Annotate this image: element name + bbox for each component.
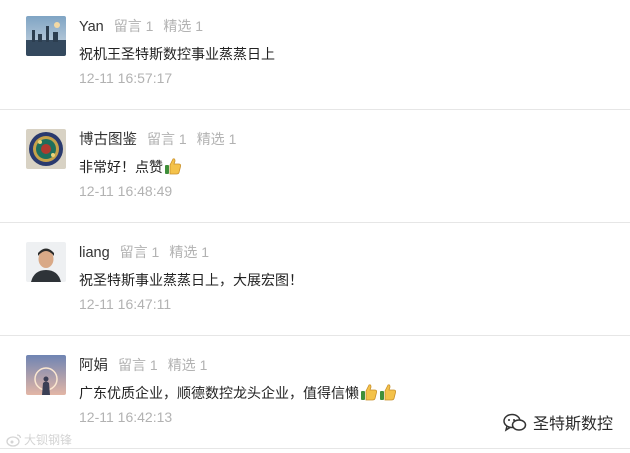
comment-meta: liang 留言 1 精选 1 (79, 242, 209, 262)
comment-text: 广东优质企业，顺德数控龙头企业，值得信懒 (79, 383, 397, 403)
nickname[interactable]: 阿娟 (79, 358, 108, 374)
avatar[interactable] (26, 242, 66, 282)
comment-text-content: 祝圣特斯事业蒸蒸日上，大展宏图！ (79, 272, 303, 288)
comment-item: liang 留言 1 精选 1 祝圣特斯事业蒸蒸日上，大展宏图！ 12-11 16:… (0, 226, 630, 339)
avatar[interactable] (26, 129, 66, 169)
message-count: 留言 1 (147, 131, 187, 147)
nickname[interactable]: 博古图鉴 (79, 132, 137, 148)
watermark-left: 大钡钢锋 (6, 432, 72, 448)
message-count: 留言 1 (119, 244, 160, 260)
comment-time: 12-11 16:47:11 (79, 296, 172, 312)
avatar[interactable] (26, 355, 66, 395)
comment-time: 12-11 16:48:49 (79, 183, 173, 199)
nickname[interactable]: Yan (79, 19, 104, 35)
comment-text: 祝圣特斯事业蒸蒸日上，大展宏图！ (79, 270, 303, 290)
weibo-icon (6, 434, 22, 447)
comment-text-content: 广东优质企业，顺德数控龙头企业，值得信懒 (79, 385, 359, 401)
divider (0, 109, 630, 110)
watermark-right: 圣特斯数控 (503, 413, 613, 435)
divider (0, 222, 630, 223)
comment-item: 博古图鉴 留言 1 精选 1 非常好！点赞 12-11 16:48:49 (0, 113, 630, 226)
selected-count: 精选 1 (167, 357, 208, 373)
comment-text-content: 非常好！点赞 (79, 159, 163, 175)
avatar[interactable] (26, 16, 66, 56)
selected-count: 精选 1 (163, 18, 204, 34)
comment-meta: 博古图鉴 留言 1 精选 1 (79, 129, 236, 149)
comment-text: 非常好！点赞 (79, 157, 182, 177)
comment-item: Yan 留言 1 精选 1 祝机王圣特斯数控事业蒸蒸日上 12-11 16:57:1… (0, 0, 630, 113)
watermark-right-text: 圣特斯数控 (533, 416, 614, 433)
wechat-icon (503, 413, 527, 432)
divider (0, 448, 630, 449)
selected-count: 精选 1 (169, 244, 210, 260)
message-count: 留言 1 (113, 18, 154, 34)
watermark-left-text: 大钡钢锋 (24, 433, 73, 447)
divider (0, 335, 630, 336)
comment-text-content: 祝机王圣特斯数控事业蒸蒸日上 (79, 46, 275, 62)
thumbs-up-icon (360, 383, 378, 401)
message-count: 留言 1 (118, 357, 158, 373)
comment-meta: 阿娟 留言 1 精选 1 (79, 355, 207, 375)
selected-count: 精选 1 (196, 131, 237, 147)
comment-text: 祝机王圣特斯数控事业蒸蒸日上 (79, 44, 275, 64)
comment-time: 12-11 16:57:17 (79, 70, 173, 86)
thumbs-up-icon (379, 383, 397, 401)
nickname[interactable]: liang (79, 245, 110, 261)
comment-item: 阿娟 留言 1 精选 1 广东优质企业，顺德数控龙头企业，值得信懒 12-11 16… (0, 339, 630, 452)
comment-time: 12-11 16:42:13 (79, 409, 173, 425)
comment-meta: Yan 留言 1 精选 1 (79, 16, 203, 36)
thumbs-up-icon (164, 157, 182, 175)
